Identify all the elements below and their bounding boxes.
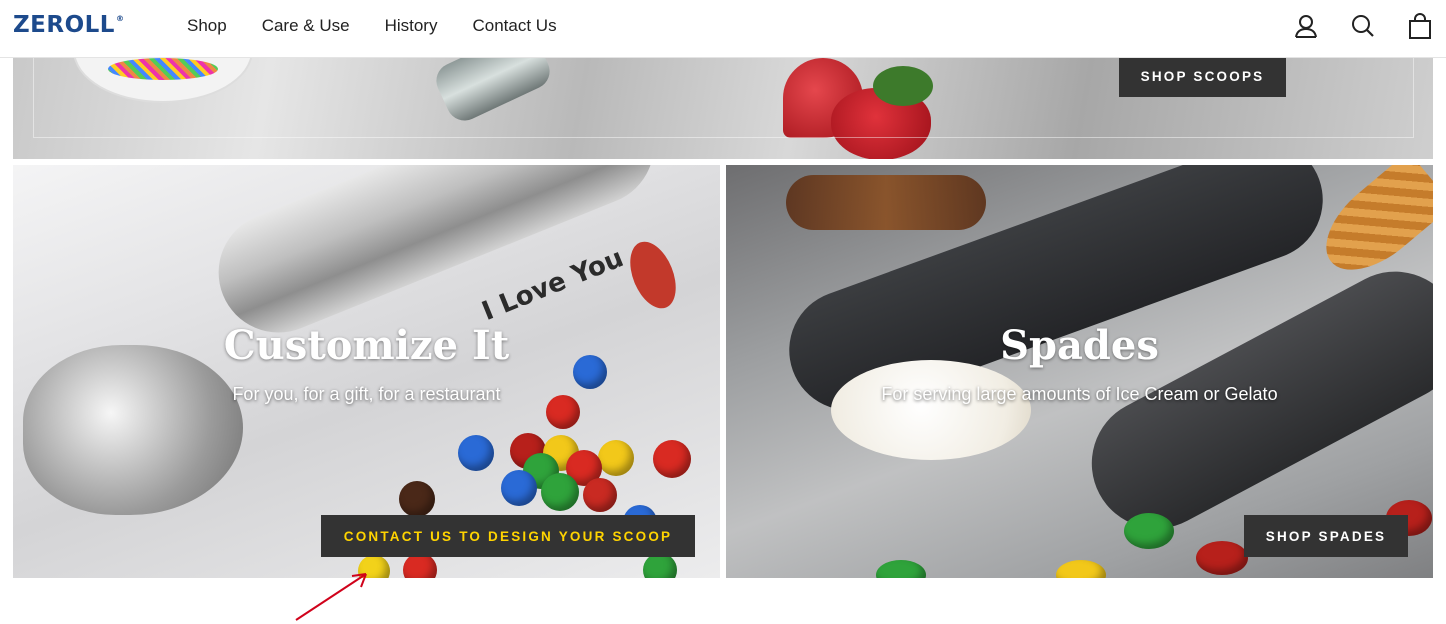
candy (583, 478, 617, 512)
logo-text: ZEROLL (13, 12, 115, 38)
candy (653, 440, 691, 478)
candy (1124, 513, 1174, 549)
header-icons (1294, 13, 1432, 39)
search-icon[interactable] (1351, 13, 1375, 39)
scoop-cap-image (621, 235, 685, 315)
shop-spades-button[interactable]: SHOP SPADES (1244, 515, 1408, 557)
nav-shop[interactable]: Shop (187, 16, 227, 36)
scoop-bowl-image (23, 345, 243, 515)
shop-scoops-button[interactable]: SHOP SCOOPS (1119, 56, 1286, 97)
customize-title: Customize It (223, 322, 510, 369)
contact-design-scoop-button[interactable]: CONTACT US TO DESIGN YOUR SCOOP (321, 515, 695, 557)
candy (458, 435, 494, 471)
candy (1196, 541, 1248, 575)
waffle-cone (1308, 165, 1433, 289)
registered-mark: ® (115, 14, 125, 23)
account-icon[interactable] (1294, 13, 1318, 39)
candy (876, 560, 926, 578)
cart-icon[interactable] (1408, 13, 1432, 39)
customize-subtitle: For you, for a gift, for a restaurant (232, 384, 501, 404)
spades-subtitle: For serving large amounts of Ice Cream o… (881, 384, 1278, 404)
site-header: ZEROLL® Shop Care & Use History Contact … (0, 0, 1446, 58)
candy (598, 440, 634, 476)
annotation-arrow-icon (295, 573, 367, 621)
candy (501, 470, 537, 506)
nav-contact-us[interactable]: Contact Us (472, 16, 556, 36)
chocolate-pieces (786, 175, 986, 230)
engraving-text: I Love You (477, 243, 628, 327)
spades-title: Spades (1000, 322, 1159, 369)
zeroll-logo[interactable]: ZEROLL® (13, 12, 124, 38)
candy (399, 481, 435, 517)
candy (1056, 560, 1106, 578)
nav-care-use[interactable]: Care & Use (262, 16, 350, 36)
nav-history[interactable]: History (385, 16, 438, 36)
candy (541, 473, 579, 511)
ice-cream-scoop (831, 360, 1031, 460)
main-nav: Shop Care & Use History Contact Us (187, 16, 557, 36)
